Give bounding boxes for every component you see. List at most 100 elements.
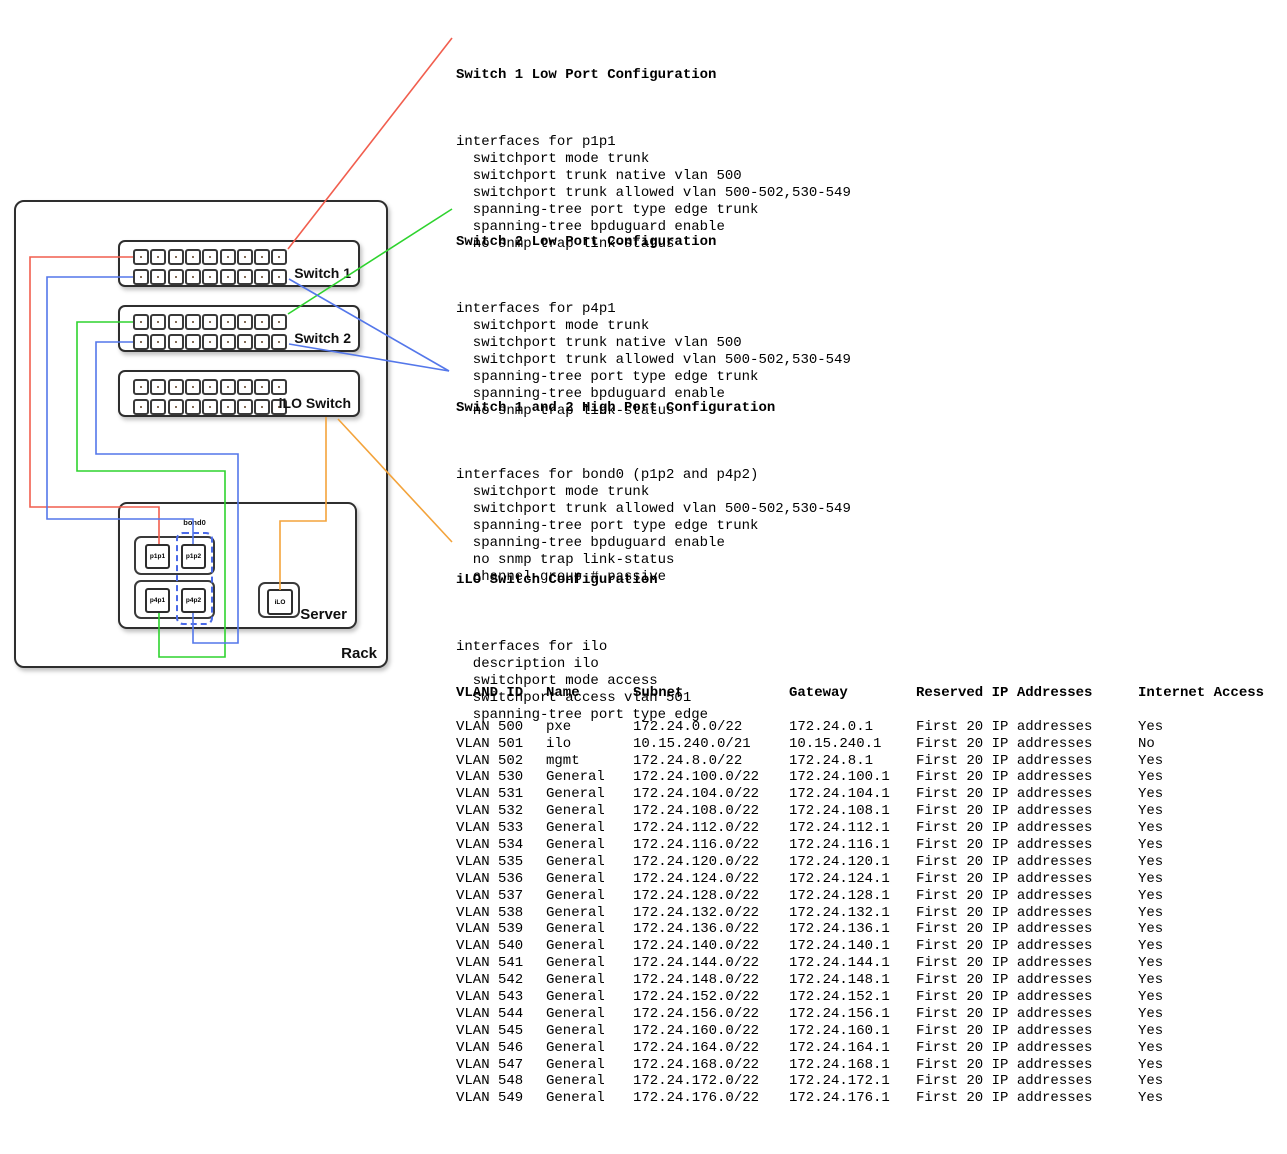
table-cell: General — [546, 769, 633, 786]
switch-1-port-r1-c2 — [150, 249, 166, 265]
table-cell: First 20 IP addresses — [916, 871, 1138, 888]
table-cell: First 20 IP addresses — [916, 753, 1138, 770]
vlan-table: VLAND IDNameSubnetGatewayReserved IP Add… — [456, 685, 1268, 1107]
table-cell: 172.24.128.0/22 — [633, 888, 789, 905]
table-cell: 172.24.108.1 — [789, 803, 916, 820]
table-cell: Yes — [1138, 871, 1268, 888]
rack-label: Rack — [341, 645, 377, 662]
table-cell: First 20 IP addresses — [916, 1090, 1138, 1107]
table-cell: General — [546, 820, 633, 837]
table-cell: VLAN 534 — [456, 837, 546, 854]
ilo-switch-port-r1-c9 — [271, 379, 287, 395]
table-cell: First 20 IP addresses — [916, 888, 1138, 905]
table-cell: Yes — [1138, 955, 1268, 972]
table-cell: Yes — [1138, 1023, 1268, 1040]
table-cell: 172.24.120.1 — [789, 854, 916, 871]
table-cell: General — [546, 837, 633, 854]
table-cell: First 20 IP addresses — [916, 1040, 1138, 1057]
bond0-label: bond0 — [170, 518, 219, 527]
table-cell: General — [546, 786, 633, 803]
table-cell: Yes — [1138, 1006, 1268, 1023]
switch-2-port-r2-c8 — [254, 334, 270, 350]
table-cell: First 20 IP addresses — [916, 854, 1138, 871]
table-cell: 172.24.128.1 — [789, 888, 916, 905]
table-row: VLAN 537General172.24.128.0/22172.24.128… — [456, 888, 1268, 905]
column-header: Reserved IP Addresses — [916, 685, 1138, 702]
table-cell: 172.24.132.1 — [789, 905, 916, 922]
switch-1-port-r2-c1 — [133, 269, 149, 285]
table-cell: 172.24.156.1 — [789, 1006, 916, 1023]
table-row: VLAN 547General172.24.168.0/22172.24.168… — [456, 1057, 1268, 1074]
config-title-high-port: Switch 1 and 2 High Port Configuration — [456, 400, 851, 417]
ilo-switch-port-r2-c1 — [133, 399, 149, 415]
table-cell: 172.24.152.0/22 — [633, 989, 789, 1006]
table-row: VLAN 543General172.24.152.0/22172.24.152… — [456, 989, 1268, 1006]
table-cell: 172.24.148.1 — [789, 972, 916, 989]
ilo-switch-port-r2-c8 — [254, 399, 270, 415]
table-cell: 172.24.176.1 — [789, 1090, 916, 1107]
table-cell: First 20 IP addresses — [916, 1023, 1138, 1040]
table-cell: VLAN 539 — [456, 921, 546, 938]
table-cell: 172.24.152.1 — [789, 989, 916, 1006]
table-cell: Yes — [1138, 837, 1268, 854]
ilo-switch-port-r1-c4 — [185, 379, 201, 395]
table-cell: 172.24.112.1 — [789, 820, 916, 837]
table-row: VLAN 501ilo10.15.240.0/2110.15.240.1Firs… — [456, 736, 1268, 753]
ilo-switch-port-r2-c7 — [237, 399, 253, 415]
table-row: VLAN 540General172.24.140.0/22172.24.140… — [456, 938, 1268, 955]
table-cell: 10.15.240.1 — [789, 736, 916, 753]
switch-2-port-r1-c4 — [185, 314, 201, 330]
table-cell: VLAN 541 — [456, 955, 546, 972]
table-cell: VLAN 546 — [456, 1040, 546, 1057]
table-cell: VLAN 547 — [456, 1057, 546, 1074]
column-header: Gateway — [789, 685, 916, 702]
table-cell: No — [1138, 736, 1268, 753]
vlan-table-body: VLAN 500pxe172.24.0.0/22172.24.0.1First … — [456, 719, 1268, 1107]
table-cell: 172.24.0.0/22 — [633, 719, 789, 736]
table-cell: Yes — [1138, 972, 1268, 989]
table-cell: General — [546, 955, 633, 972]
table-cell: VLAN 538 — [456, 905, 546, 922]
table-cell: 172.24.168.0/22 — [633, 1057, 789, 1074]
table-cell: 172.24.148.0/22 — [633, 972, 789, 989]
table-cell: VLAN 535 — [456, 854, 546, 871]
switch-2-port-r2-c3 — [168, 334, 184, 350]
table-cell: VLAN 548 — [456, 1073, 546, 1090]
table-cell: mgmt — [546, 753, 633, 770]
vlan-table-header: VLAND IDNameSubnetGatewayReserved IP Add… — [456, 685, 1268, 702]
ilo-switch-port-r1-c1 — [133, 379, 149, 395]
table-cell: VLAN 531 — [456, 786, 546, 803]
table-cell: VLAN 540 — [456, 938, 546, 955]
switch-1-box: Switch 1 — [118, 240, 360, 287]
table-cell: Yes — [1138, 753, 1268, 770]
ilo-switch-port-r1-c3 — [168, 379, 184, 395]
table-cell: First 20 IP addresses — [916, 938, 1138, 955]
table-cell: 172.24.132.0/22 — [633, 905, 789, 922]
switch-1-port-r1-c4 — [185, 249, 201, 265]
table-cell: VLAN 542 — [456, 972, 546, 989]
table-cell: Yes — [1138, 803, 1268, 820]
switch-2-box: Switch 2 — [118, 305, 360, 352]
column-header: Internet Access — [1138, 685, 1268, 702]
config-title-ilo: iLO Switch Configuration — [456, 572, 708, 589]
table-row: VLAN 534General172.24.116.0/22172.24.116… — [456, 837, 1268, 854]
table-cell: 172.24.100.1 — [789, 769, 916, 786]
server-port-p1p1-label: p1p1 — [150, 553, 165, 560]
table-cell: First 20 IP addresses — [916, 837, 1138, 854]
table-cell: 172.24.140.1 — [789, 938, 916, 955]
switch-2-port-r1-c1 — [133, 314, 149, 330]
table-cell: First 20 IP addresses — [916, 955, 1138, 972]
table-cell: 172.24.104.1 — [789, 786, 916, 803]
column-header: Subnet — [633, 685, 789, 702]
table-cell: 172.24.8.1 — [789, 753, 916, 770]
table-cell: First 20 IP addresses — [916, 786, 1138, 803]
table-cell: Yes — [1138, 905, 1268, 922]
table-cell: VLAN 536 — [456, 871, 546, 888]
table-cell: Yes — [1138, 888, 1268, 905]
table-cell: VLAN 549 — [456, 1090, 546, 1107]
table-cell: 172.24.140.0/22 — [633, 938, 789, 955]
server-label: Server — [300, 606, 347, 623]
ilo-switch-label: iLO Switch — [279, 395, 351, 411]
switch-1-port-r2-c8 — [254, 269, 270, 285]
switch-1-port-r1-c6 — [220, 249, 236, 265]
